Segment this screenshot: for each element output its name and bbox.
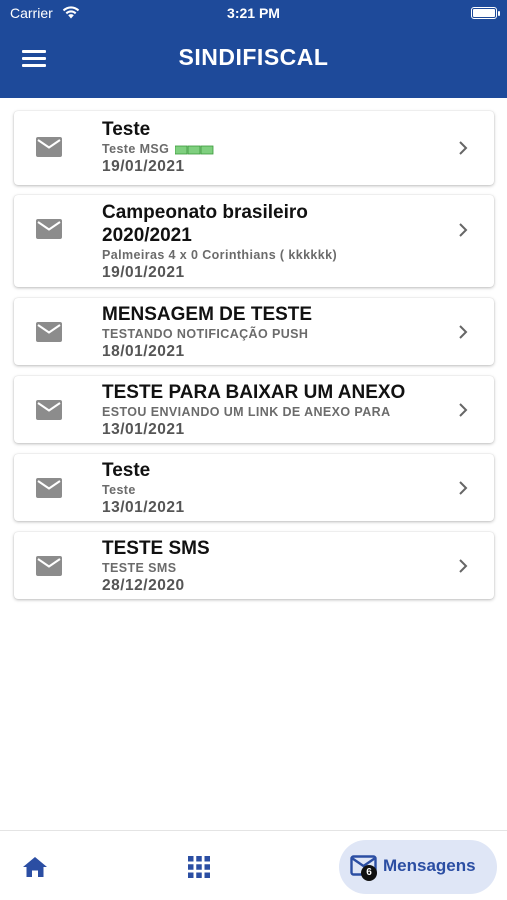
message-title: TESTE PARA BAIXAR UM ANEXO xyxy=(102,382,406,403)
status-bar: Carrier 3:21 PM xyxy=(0,0,507,28)
message-title: TESTE SMS xyxy=(102,538,210,559)
messages-tab[interactable]: 6 Mensagens xyxy=(339,840,497,894)
message-date: 19/01/2021 xyxy=(102,264,185,281)
message-preview: ESTOU ENVIANDO UM LINK DE ANEXO PARA xyxy=(102,405,391,419)
message-card[interactable]: Teste Teste 13/01/2021 xyxy=(14,454,494,521)
message-card[interactable]: TESTE PARA BAIXAR UM ANEXO ESTOU ENVIAND… xyxy=(14,376,494,443)
message-preview: Palmeiras 4 x 0 Corinthians ( kkkkkk) xyxy=(102,248,338,262)
message-date: 28/12/2020 xyxy=(102,577,185,594)
battery-icon xyxy=(471,7,500,19)
message-title: Teste xyxy=(102,460,151,481)
app-header: Carrier 3:21 PM SINDIFISCAL xyxy=(0,0,507,98)
chevron-right-icon xyxy=(459,325,468,339)
chevron-right-icon xyxy=(459,141,468,155)
message-card[interactable]: TESTE SMS TESTE SMS 28/12/2020 xyxy=(14,532,494,599)
chevron-right-icon xyxy=(459,481,468,495)
grid-icon[interactable] xyxy=(188,856,210,878)
message-title: Campeonato brasileiro 2020/2021 xyxy=(102,202,308,246)
home-icon[interactable] xyxy=(22,855,48,879)
money-emoji-icon xyxy=(174,145,214,155)
envelope-icon xyxy=(36,219,62,239)
envelope-icon xyxy=(36,322,62,342)
message-preview: TESTANDO NOTIFICAÇÃO PUSH xyxy=(102,327,309,341)
messages-tab-label: Mensagens xyxy=(383,856,476,875)
message-date: 19/01/2021 xyxy=(102,158,185,175)
message-date: 13/01/2021 xyxy=(102,499,185,516)
message-preview: Teste xyxy=(102,483,136,497)
message-preview: TESTE SMS xyxy=(102,561,177,575)
message-date: 18/01/2021 xyxy=(102,343,185,360)
message-date: 13/01/2021 xyxy=(102,421,185,438)
message-card[interactable]: Teste Teste MSG 19/01/2021 xyxy=(14,111,494,185)
message-title: Teste xyxy=(102,119,151,140)
message-card[interactable]: MENSAGEM DE TESTE TESTANDO NOTIFICAÇÃO P… xyxy=(14,298,494,365)
envelope-icon xyxy=(36,478,62,498)
chevron-right-icon xyxy=(459,223,468,237)
message-preview: Teste MSG xyxy=(102,141,442,157)
unread-count-badge: 6 xyxy=(361,865,377,881)
message-title: MENSAGEM DE TESTE xyxy=(102,304,313,325)
chevron-right-icon xyxy=(459,403,468,417)
clock: 3:21 PM xyxy=(227,5,280,21)
envelope-icon xyxy=(36,400,62,420)
bottom-nav: 6 Mensagens xyxy=(0,830,507,900)
message-card[interactable]: Campeonato brasileiro 2020/2021 Palmeira… xyxy=(14,195,494,287)
chevron-right-icon xyxy=(459,559,468,573)
page-title: SINDIFISCAL xyxy=(178,44,329,70)
envelope-icon xyxy=(36,556,62,576)
envelope-icon xyxy=(36,137,62,157)
